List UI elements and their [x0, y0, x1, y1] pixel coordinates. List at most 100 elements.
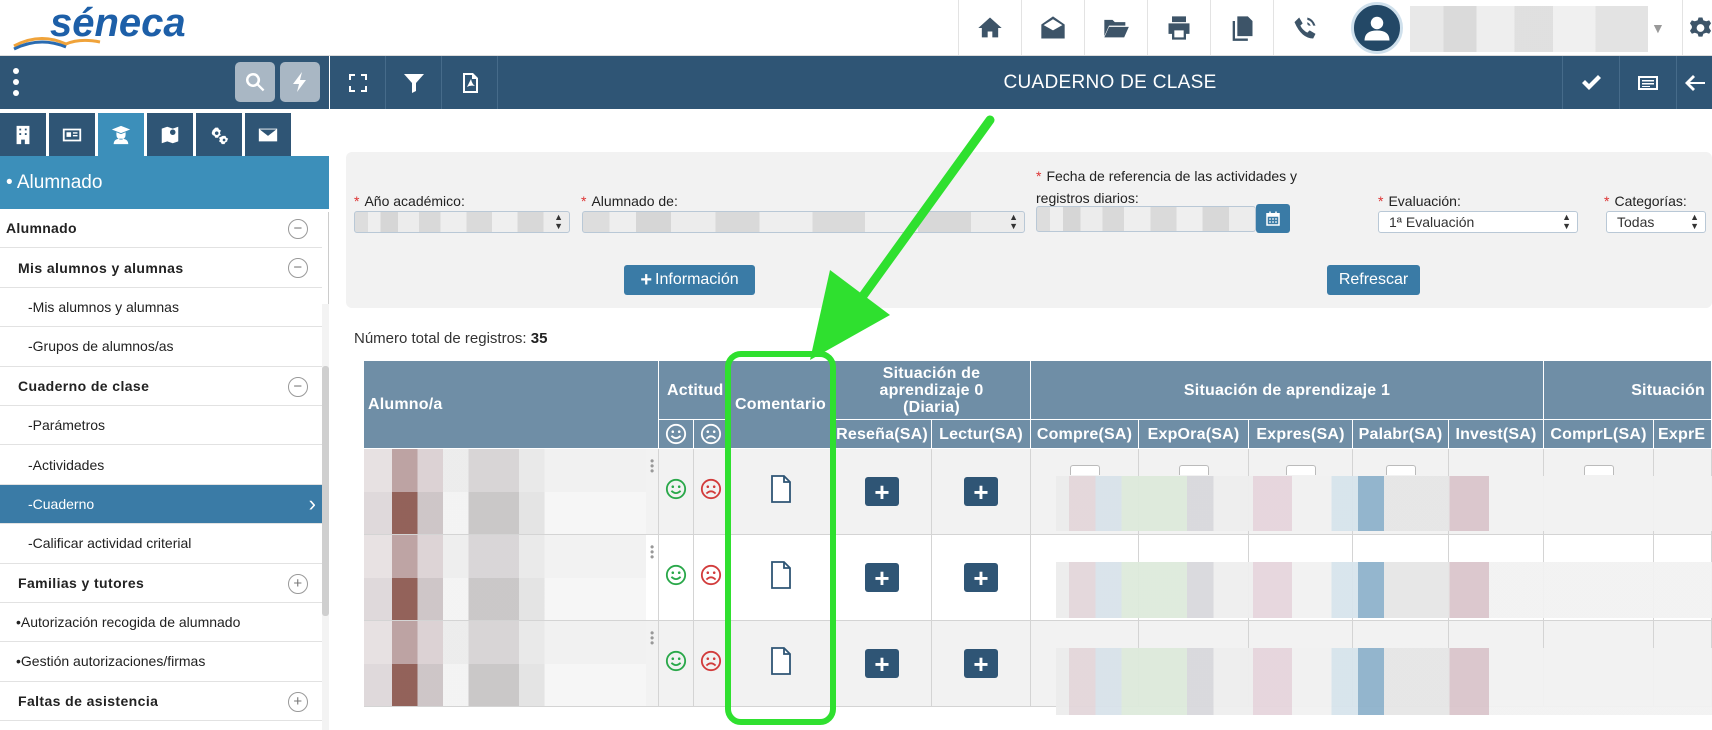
menu-item-faltas[interactable]: Faltas de asistencia + — [0, 681, 322, 722]
attitude-positive-cell — [659, 535, 694, 621]
col-header-expora[interactable]: ExpOra(SA) — [1139, 420, 1249, 449]
map-marker-icon[interactable] — [147, 113, 193, 156]
home-icon[interactable] — [958, 0, 1021, 55]
year-select[interactable]: ▲ ▼ — [354, 211, 570, 233]
search-icon[interactable] — [235, 62, 275, 102]
folder-open-icon[interactable] — [1084, 0, 1147, 55]
add-grade-button[interactable]: + — [865, 649, 899, 678]
menu-item-cuaderno[interactable]: -Cuaderno › — [0, 484, 322, 525]
smile-icon[interactable] — [665, 564, 687, 591]
user-name-redacted[interactable] — [1410, 6, 1648, 52]
col-header-resena[interactable]: Reseña(SA) — [833, 420, 932, 449]
edit-grade-button[interactable] — [1070, 465, 1100, 475]
collapse-icon[interactable]: − — [288, 219, 308, 239]
menu-item-calificar[interactable]: -Calificar actividad criterial — [0, 524, 322, 564]
grade-cell: + — [833, 449, 932, 535]
grades-redacted — [1056, 648, 1712, 715]
pdf-file-icon[interactable] — [442, 56, 498, 109]
smile-icon[interactable] — [665, 650, 687, 677]
menu-item-grupos[interactable]: -Grupos de alumnos/as — [0, 327, 322, 367]
menu-item-cuaderno-de-clase[interactable]: Cuaderno de clase − — [0, 366, 322, 406]
calendar-icon[interactable] — [1256, 204, 1290, 233]
phone-volume-icon[interactable] — [1273, 0, 1336, 55]
col-header-invest[interactable]: Invest(SA) — [1449, 420, 1544, 449]
date-input[interactable] — [1036, 206, 1256, 232]
col-header-lectur[interactable]: Lectur(SA) — [932, 420, 1031, 449]
evaluation-select[interactable]: 1ª Evaluación ▲ ▼ — [1378, 211, 1578, 233]
gears-icon[interactable] — [196, 113, 242, 156]
menu-item-autorizacion[interactable]: •Autorización recogida de alumnado — [0, 602, 322, 643]
lightning-icon[interactable] — [280, 62, 320, 102]
col-header-palabr[interactable]: Palabr(SA) — [1353, 420, 1449, 449]
menu-item-mis-alumnos[interactable]: Mis alumnos y alumnas − — [0, 248, 322, 288]
page-title: CUADERNO DE CLASE — [1003, 71, 1217, 93]
frown-icon[interactable] — [700, 478, 722, 505]
sidebar-scrollbar-thumb[interactable] — [322, 366, 329, 616]
add-grade-button[interactable]: + — [964, 563, 998, 592]
menu-item-actividades[interactable]: -Actividades — [0, 445, 322, 485]
add-grade-button[interactable]: + — [865, 563, 899, 592]
drag-handle-icon[interactable]: • • • — [650, 455, 654, 477]
grade-cell: + — [932, 621, 1031, 707]
attitude-negative-cell — [694, 621, 729, 707]
list-card-icon[interactable] — [1619, 56, 1675, 109]
chevron-right-icon: › — [308, 490, 316, 516]
add-grade-button[interactable]: + — [865, 477, 899, 506]
building-icon[interactable] — [0, 113, 46, 156]
edit-grade-button[interactable] — [1584, 465, 1614, 475]
students-label: * Alumnado de: — [581, 193, 678, 209]
frown-header-icon — [694, 420, 729, 449]
menu-item-familias[interactable]: Familias y tutores + — [0, 563, 322, 603]
envelope-open-icon[interactable] — [1021, 0, 1084, 55]
expand-plus-icon[interactable]: + — [288, 691, 308, 712]
col-header-attitude[interactable]: Actitud — [659, 361, 729, 420]
select-arrows-icon: ▲ ▼ — [554, 212, 563, 231]
menu-item-parametros[interactable]: -Parámetros — [0, 405, 322, 446]
filter-icon[interactable] — [386, 56, 442, 109]
copy-icon[interactable] — [1210, 0, 1273, 55]
drag-handle-icon[interactable]: • • • — [650, 627, 654, 649]
menu-item-label: -Actividades — [28, 456, 105, 473]
col-header-student[interactable]: Alumno/a — [364, 361, 659, 449]
add-grade-button[interactable]: + — [964, 477, 998, 506]
col-header-compre[interactable]: Compre(SA) — [1031, 420, 1139, 449]
student-name-redacted — [364, 663, 646, 706]
arrow-left-icon[interactable] — [1676, 56, 1712, 109]
grade-cell: + — [833, 621, 932, 707]
menu-item-gestion[interactable]: •Gestión autorizaciones/firmas — [0, 642, 322, 682]
collapse-icon[interactable]: − — [288, 258, 308, 279]
categories-select[interactable]: Todas ▲ ▼ — [1606, 211, 1706, 233]
collapse-icon[interactable]: − — [288, 376, 308, 397]
col-header-expres[interactable]: Expres(SA) — [1249, 420, 1353, 449]
col-header-expre[interactable]: ExprE — [1654, 420, 1712, 449]
check-icon[interactable] — [1562, 56, 1618, 109]
seneca-logo[interactable]: séneca — [10, 1, 210, 52]
add-grade-button[interactable]: + — [964, 649, 998, 678]
record-count: Número total de registros: 35 — [354, 330, 547, 347]
frown-icon[interactable] — [700, 564, 722, 591]
expand-plus-icon[interactable]: + — [288, 573, 308, 594]
info-button[interactable]: + Información — [624, 265, 755, 295]
user-avatar-icon[interactable] — [1351, 2, 1403, 54]
frown-icon[interactable] — [700, 650, 722, 677]
print-icon[interactable] — [1147, 0, 1210, 55]
menu-item-mis-alumnos-sub[interactable]: -Mis alumnos y alumnas — [0, 287, 322, 328]
year-label: * Año académico: — [354, 193, 465, 209]
select-arrows-icon: ▲ ▼ — [1009, 212, 1018, 231]
col-header-comprl[interactable]: ComprL(SA) — [1544, 420, 1654, 449]
edit-grade-button[interactable] — [1179, 465, 1209, 475]
gear-icon[interactable] — [1682, 0, 1712, 55]
drag-handle-icon[interactable]: • • • — [650, 541, 654, 563]
section-header: • Alumnado — [0, 156, 329, 209]
smile-icon[interactable] — [665, 478, 687, 505]
chevron-down-icon[interactable]: ▼ — [1651, 20, 1665, 36]
mail-icon[interactable] — [245, 113, 291, 156]
students-icon[interactable] — [98, 113, 144, 156]
menu-item-alumnado[interactable]: Alumnado − — [0, 209, 322, 249]
refresh-button[interactable]: Refrescar — [1327, 265, 1420, 295]
vertical-dots-icon[interactable] — [10, 68, 22, 96]
id-card-icon[interactable] — [49, 113, 95, 156]
edit-grade-button[interactable] — [1286, 465, 1316, 475]
edit-grade-button[interactable] — [1386, 465, 1416, 475]
expand-icon[interactable] — [330, 56, 386, 109]
